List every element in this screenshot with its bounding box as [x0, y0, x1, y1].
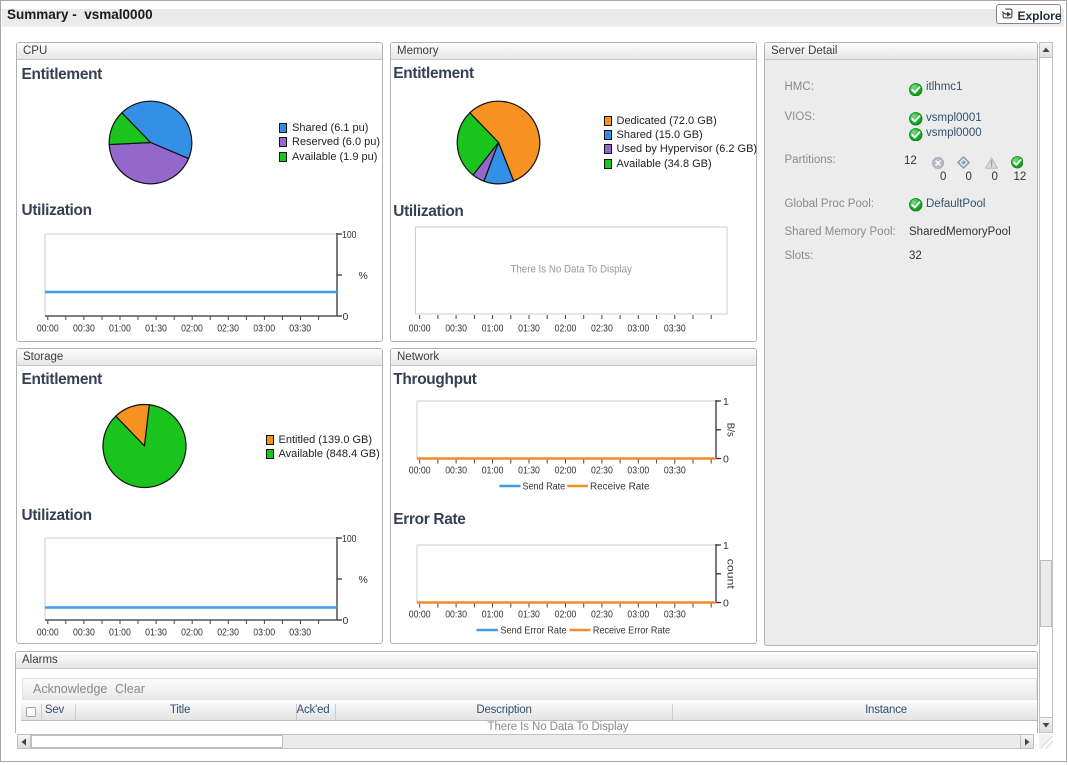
svg-text:03:30: 03:30 [289, 626, 311, 638]
svg-text:00:00: 00:00 [409, 465, 431, 477]
svg-text:03:30: 03:30 [289, 322, 311, 334]
svg-text:03:30: 03:30 [664, 323, 686, 335]
svg-text:01:30: 01:30 [145, 322, 167, 334]
svg-text:02:00: 02:00 [555, 323, 577, 335]
svg-text:00:00: 00:00 [37, 626, 59, 638]
svg-text:00:30: 00:30 [73, 322, 95, 334]
svg-text:Send Error Rate: Send Error Rate [500, 625, 566, 637]
svg-text:00:00: 00:00 [409, 323, 431, 335]
svg-text:%: % [359, 574, 368, 586]
svg-text:0: 0 [343, 311, 349, 323]
svg-text:00:30: 00:30 [445, 609, 467, 621]
svg-text:01:00: 01:00 [109, 626, 131, 638]
svg-text:Send Rate: Send Rate [523, 481, 566, 493]
svg-text:00:00: 00:00 [409, 609, 431, 621]
svg-text:Receive Rate: Receive Rate [590, 481, 650, 493]
svg-text:02:00: 02:00 [181, 322, 203, 334]
svg-text:100: 100 [342, 229, 357, 241]
svg-text:01:00: 01:00 [482, 609, 504, 621]
svg-text:00:30: 00:30 [445, 323, 467, 335]
svg-text:00:30: 00:30 [73, 626, 95, 638]
svg-text:03:00: 03:00 [253, 322, 275, 334]
svg-text:02:30: 02:30 [591, 323, 613, 335]
svg-text:02:00: 02:00 [555, 609, 577, 621]
svg-text:B/s: B/s [725, 423, 736, 437]
svg-text:100: 100 [342, 533, 357, 545]
svg-text:03:30: 03:30 [664, 609, 686, 621]
svg-text:02:30: 02:30 [217, 322, 239, 334]
svg-text:03:30: 03:30 [664, 465, 686, 477]
svg-text:1: 1 [723, 396, 729, 408]
svg-text:02:30: 02:30 [591, 465, 613, 477]
svg-text:01:30: 01:30 [145, 626, 167, 638]
svg-text:0: 0 [343, 615, 349, 627]
svg-text:00:00: 00:00 [37, 322, 59, 334]
svg-text:03:00: 03:00 [253, 626, 275, 638]
svg-text:03:00: 03:00 [627, 323, 649, 335]
svg-text:00:30: 00:30 [445, 465, 467, 477]
svg-text:0: 0 [723, 598, 729, 610]
svg-text:03:00: 03:00 [627, 465, 649, 477]
svg-text:02:00: 02:00 [181, 626, 203, 638]
svg-text:01:30: 01:30 [518, 609, 540, 621]
svg-text:01:30: 01:30 [518, 465, 540, 477]
svg-text:There Is No Data To Display: There Is No Data To Display [510, 264, 632, 276]
svg-text:count: count [725, 559, 736, 589]
svg-text:01:00: 01:00 [482, 465, 504, 477]
svg-text:%: % [359, 270, 368, 282]
svg-text:01:00: 01:00 [109, 322, 131, 334]
svg-text:01:00: 01:00 [482, 323, 504, 335]
svg-text:02:00: 02:00 [555, 465, 577, 477]
svg-text:0: 0 [723, 454, 729, 466]
svg-text:03:00: 03:00 [627, 609, 649, 621]
svg-text:02:30: 02:30 [217, 626, 239, 638]
svg-text:01:30: 01:30 [518, 323, 540, 335]
svg-text:02:30: 02:30 [591, 609, 613, 621]
svg-text:Receive Error Rate: Receive Error Rate [593, 625, 670, 637]
svg-text:1: 1 [723, 540, 729, 552]
